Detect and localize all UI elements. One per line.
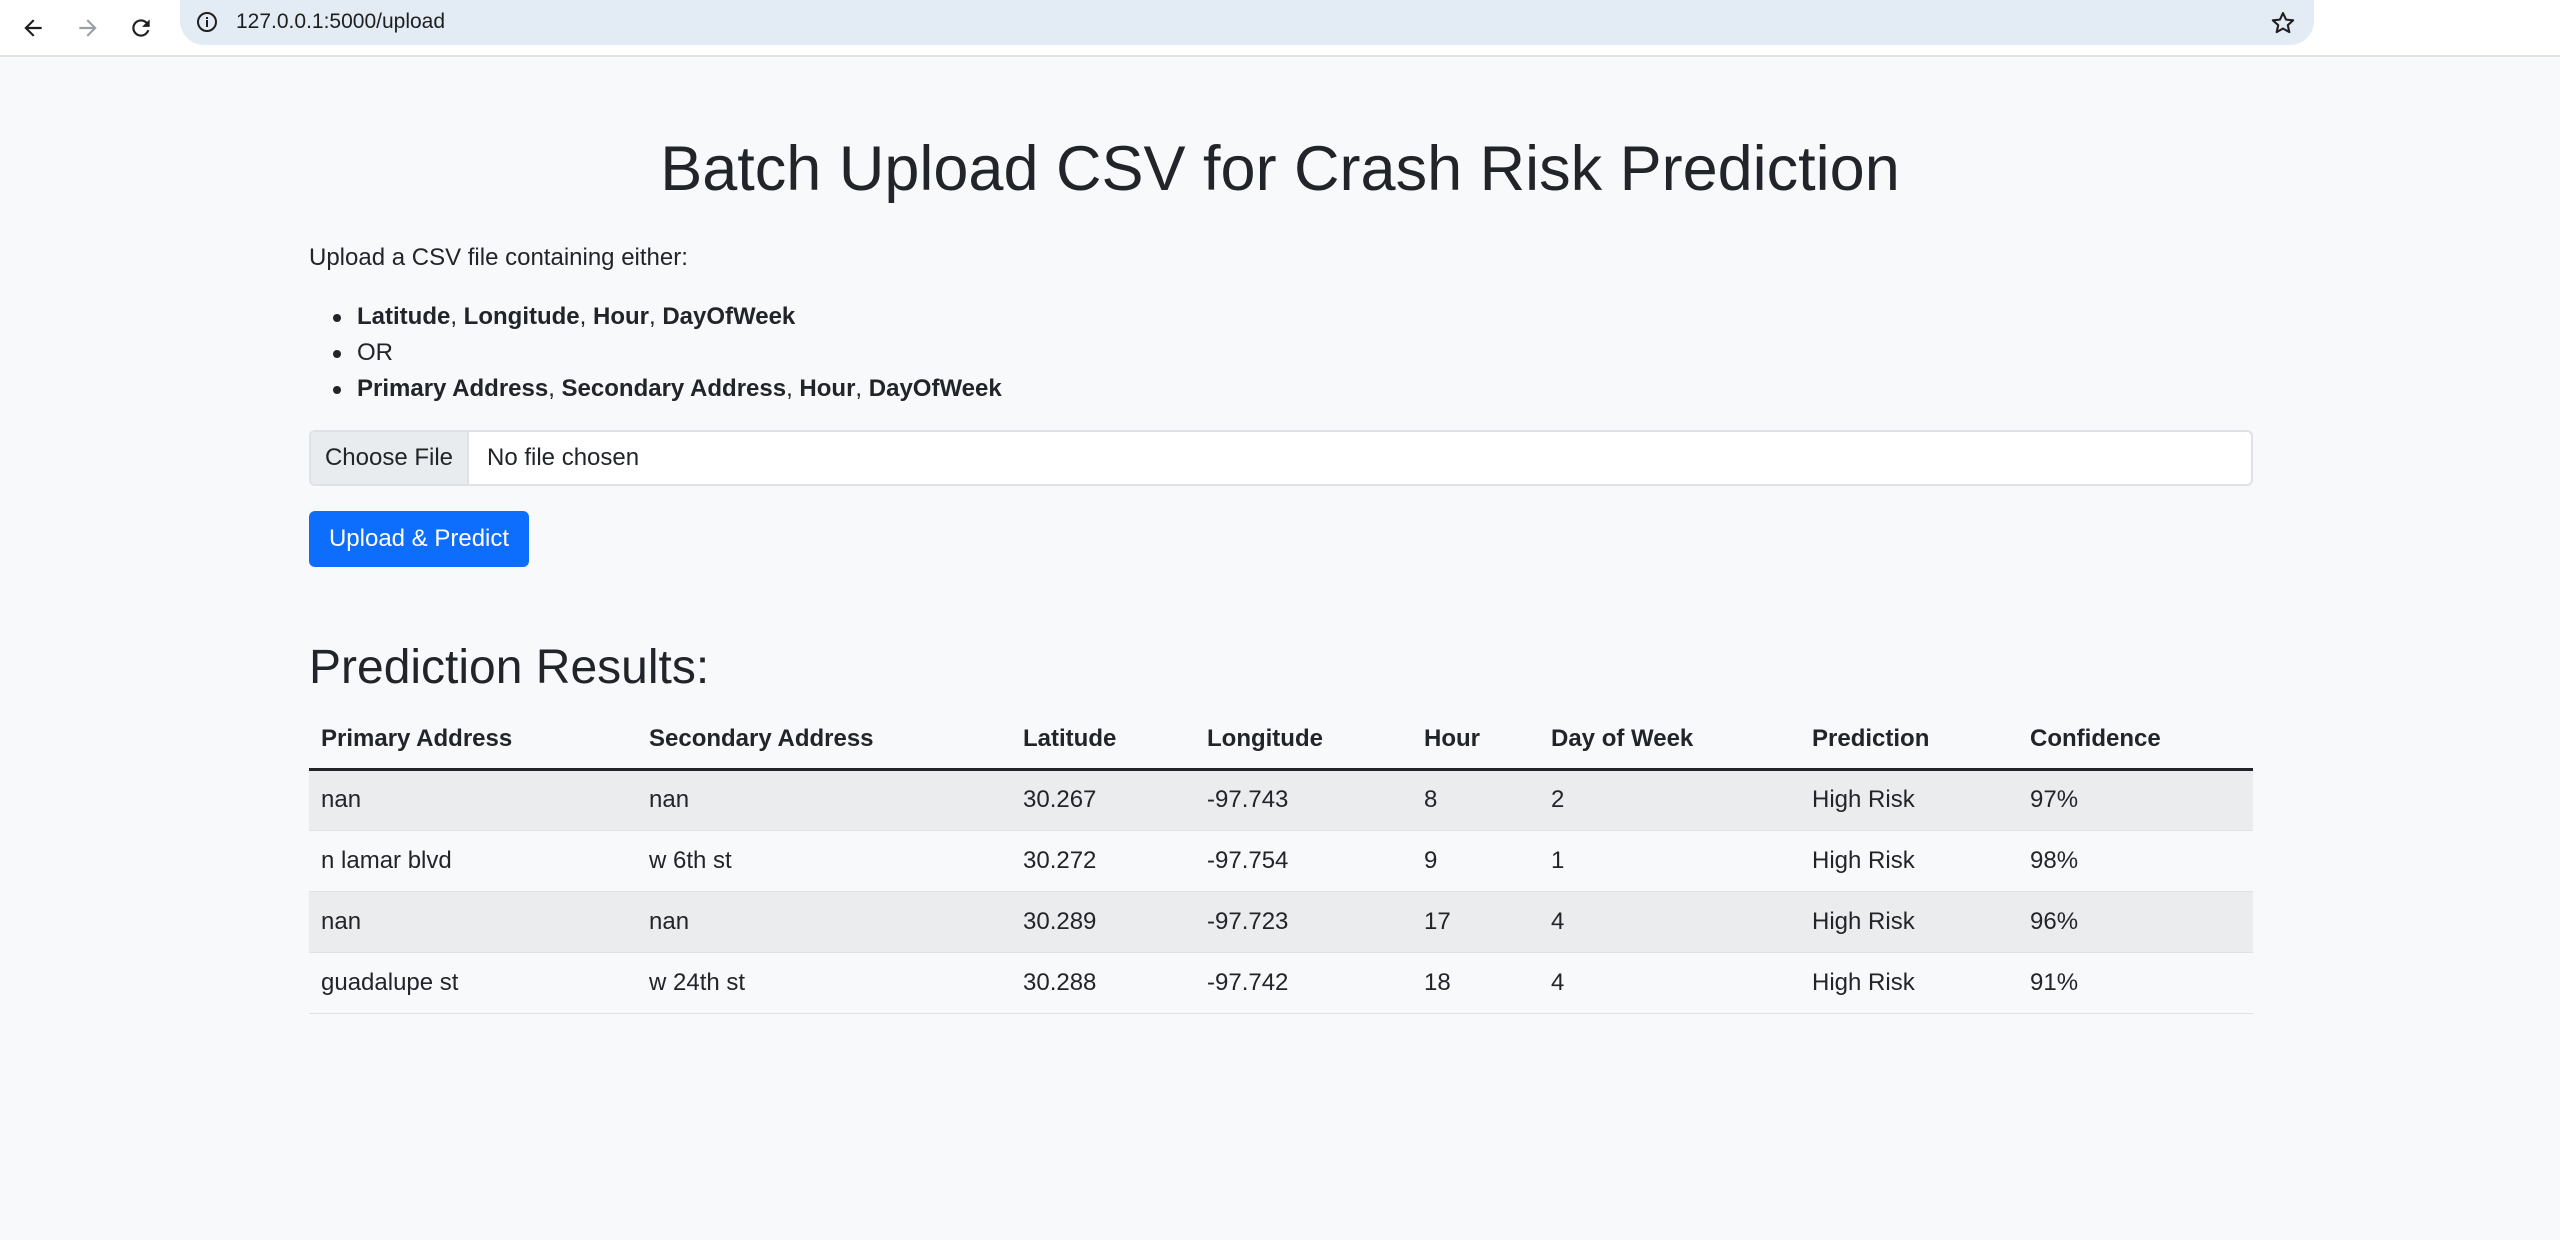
table-cell: 97%	[2018, 769, 2253, 831]
table-cell: guadalupe st	[309, 952, 637, 1014]
column-header: Prediction	[1800, 710, 2018, 771]
table-cell: 98%	[2018, 830, 2253, 892]
table-cell: 91%	[2018, 952, 2253, 1014]
forward-button[interactable]	[66, 6, 110, 50]
table-cell: 4	[1539, 952, 1800, 1014]
table-cell: nan	[309, 891, 637, 953]
table-cell: nan	[309, 769, 637, 831]
table-cell: 1	[1539, 830, 1800, 892]
table-cell: -97.742	[1195, 952, 1412, 1014]
table-cell: -97.743	[1195, 769, 1412, 831]
table-cell: 30.288	[1011, 952, 1195, 1014]
column-header: Confidence	[2018, 710, 2253, 771]
field-name: Hour	[799, 375, 856, 402]
url-text: 127.0.0.1:5000/upload	[236, 10, 446, 33]
table-row: nan nan 30.267 -97.743 8 2 High Risk 97%	[309, 769, 2253, 831]
back-button[interactable]	[11, 6, 55, 50]
intro-text: Upload a CSV file containing either:	[309, 244, 688, 271]
table-row: guadalupe st w 24th st 30.288 -97.742 18 4 Hig…	[309, 952, 2253, 1014]
column-header: Hour	[1412, 710, 1539, 771]
reload-button[interactable]	[119, 6, 163, 50]
table-cell: 8	[1412, 769, 1539, 831]
separator-text: ,	[855, 375, 869, 402]
column-header: Primary Address	[309, 710, 637, 771]
address-bar[interactable]: 127.0.0.1:5000/upload	[180, 0, 2314, 45]
table-cell: 30.272	[1011, 830, 1195, 892]
table-cell: -97.723	[1195, 891, 1412, 953]
field-name: DayOfWeek	[868, 375, 1002, 402]
table-cell: High Risk	[1800, 891, 2018, 953]
requirements-list: Latitude, Longitude, Hour, DayOfWeek OR Pr…	[309, 302, 1002, 410]
reload-icon	[132, 19, 150, 37]
separator-text: ,	[579, 303, 593, 330]
separator-text: OR	[357, 339, 393, 366]
separator-text: ,	[548, 375, 562, 402]
table-cell: High Risk	[1800, 769, 2018, 831]
page-title: Batch Upload CSV for Crash Risk Predicti…	[660, 134, 1900, 204]
table-cell: High Risk	[1800, 830, 2018, 892]
requirement-item: Latitude, Longitude, Hour, DayOfWeek	[309, 302, 1002, 338]
field-name: Longitude	[463, 303, 580, 330]
column-header: Longitude	[1195, 710, 1412, 771]
separator-text: ,	[648, 303, 663, 330]
field-name: Latitude	[357, 303, 451, 330]
table-row: n lamar blvd w 6th st 30.272 -97.754 9 1 High …	[309, 830, 2253, 892]
table-cell: n lamar blvd	[309, 830, 637, 892]
table-cell: nan	[637, 891, 1011, 953]
column-header: Latitude	[1011, 710, 1195, 771]
file-input[interactable]: Choose File No file chosen	[309, 430, 2253, 486]
table-cell: 30.289	[1011, 891, 1195, 953]
field-name: Hour	[592, 303, 649, 330]
table-row: nan nan 30.289 -97.723 17 4 High Risk 96%	[309, 891, 2253, 953]
table-cell: 4	[1539, 891, 1800, 953]
table-cell: 30.267	[1011, 769, 1195, 831]
requirement-item: OR	[309, 338, 1002, 374]
choose-file-button[interactable]: Choose File	[311, 432, 469, 484]
table-cell: 9	[1412, 830, 1539, 892]
table-cell: w 24th st	[637, 952, 1011, 1014]
requirement-item: Primary Address, Secondary Address, Hour…	[309, 374, 1002, 410]
table-cell: nan	[637, 769, 1011, 831]
upload-predict-button[interactable]: Upload & Predict	[309, 511, 529, 567]
column-header: Secondary Address	[637, 710, 1011, 771]
field-name: Secondary Address	[561, 375, 787, 402]
forward-arrow-icon	[79, 19, 97, 37]
file-status-text: No file chosen	[487, 444, 640, 471]
table-body: nan nan 30.267 -97.743 8 2 High Risk 97% n lamar…	[309, 769, 2253, 1014]
column-header: Day of Week	[1539, 710, 1800, 771]
results-table: Primary Address Secondary Address Latitude…	[309, 710, 2253, 1014]
results-heading: Prediction Results:	[309, 641, 710, 694]
field-name: DayOfWeek	[662, 303, 796, 330]
back-arrow-icon	[24, 19, 42, 37]
table-cell: High Risk	[1800, 952, 2018, 1014]
table-cell: 2	[1539, 769, 1800, 831]
site-info-icon[interactable]	[194, 9, 220, 35]
table-cell: -97.754	[1195, 830, 1412, 892]
table-cell: 96%	[2018, 891, 2253, 953]
separator-text: ,	[786, 375, 800, 402]
table-cell: 17	[1412, 891, 1539, 953]
browser-toolbar: 127.0.0.1:5000/upload	[0, 0, 2560, 57]
table-cell: 18	[1412, 952, 1539, 1014]
table-cell: w 6th st	[637, 830, 1011, 892]
table-header-row: Primary Address Secondary Address Latitude…	[309, 710, 2253, 771]
field-name: Primary Address	[357, 375, 549, 402]
separator-text: ,	[450, 303, 464, 330]
bookmark-star-icon[interactable]	[2268, 8, 2298, 38]
